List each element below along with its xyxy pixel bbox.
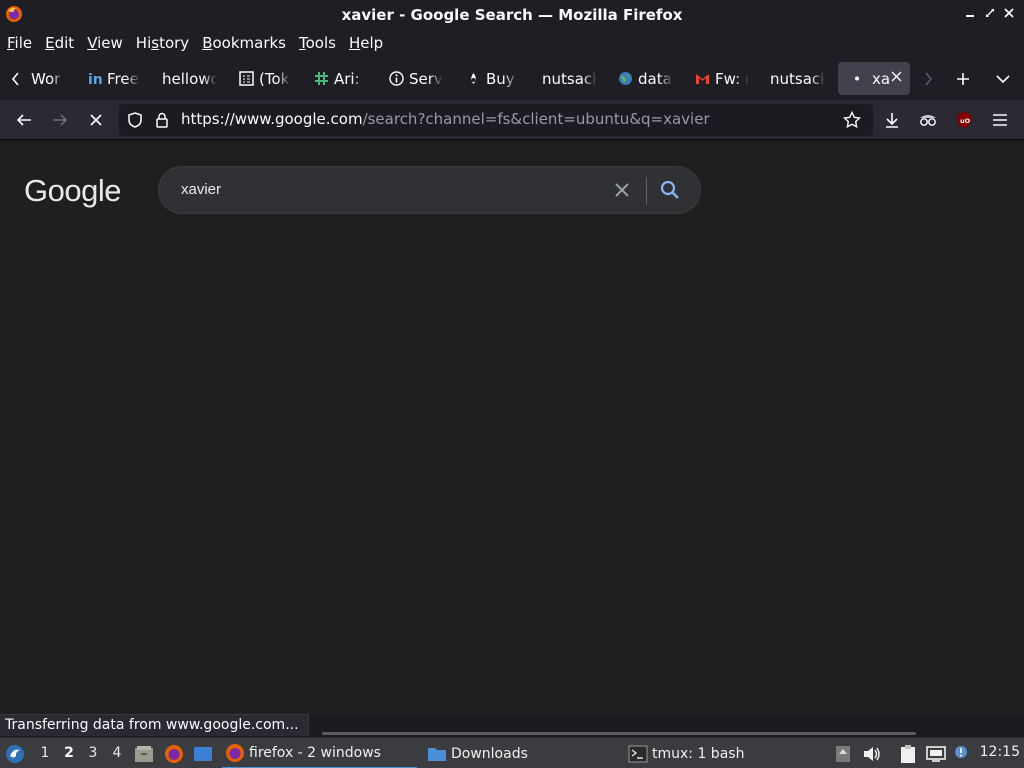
tab[interactable]: Buy	[466, 62, 518, 95]
downloads-icon[interactable]	[880, 108, 904, 132]
ublock-origin-icon[interactable]: uO	[952, 108, 976, 132]
minimize-icon[interactable]	[963, 6, 977, 22]
tab[interactable]: nutsack	[542, 62, 597, 95]
task-firefox[interactable]: firefox - 2 windows	[222, 738, 417, 768]
menu-tools[interactable]: Tools	[299, 34, 336, 52]
tab[interactable]: Wor	[31, 62, 65, 95]
desktop-launcher-icon[interactable]	[193, 738, 215, 768]
tab-close-icon[interactable]	[891, 70, 902, 86]
tab[interactable]: hellowo	[162, 62, 217, 95]
page-content: Google xavier	[0, 141, 1024, 715]
url-host: https://www.google.com	[181, 110, 363, 128]
workspace-4[interactable]: 4	[109, 745, 125, 761]
status-panel: Transferring data from www.google.com...	[0, 714, 309, 736]
linkedin-icon: in	[87, 71, 102, 86]
task-label: tmux: 1 bash	[652, 745, 745, 762]
network-icon[interactable]	[926, 738, 948, 768]
task-downloads[interactable]: Downloads	[424, 738, 614, 768]
url-text[interactable]: https://www.google.com/search?channel=fs…	[181, 110, 710, 128]
search-icon[interactable]	[659, 179, 681, 201]
clipboard-icon[interactable]	[899, 738, 919, 768]
workspace-2[interactable]: 2	[61, 745, 77, 761]
workspace-3[interactable]: 3	[85, 745, 101, 761]
google-logo[interactable]: Google	[24, 173, 121, 209]
file-manager-launcher-icon[interactable]	[134, 738, 154, 768]
url-bar[interactable]: https://www.google.com/search?channel=fs…	[119, 104, 873, 136]
tab[interactable]: nutsack	[770, 62, 825, 95]
stop-loading-icon[interactable]	[84, 108, 108, 132]
forward-icon[interactable]	[48, 108, 72, 132]
task-terminal[interactable]: tmux: 1 bash	[625, 738, 815, 768]
search-divider	[646, 177, 647, 205]
lock-icon[interactable]	[153, 111, 171, 129]
calendar-icon	[239, 71, 254, 86]
tab[interactable]: data	[618, 62, 673, 95]
menu-edit[interactable]: Edit	[45, 34, 74, 52]
folder-icon	[428, 747, 446, 761]
restore-icon[interactable]	[983, 6, 997, 22]
tab-label: xa	[872, 69, 891, 88]
tab[interactable]: in Free	[87, 62, 140, 95]
navigation-toolbar: https://www.google.com/search?channel=fs…	[0, 100, 1024, 140]
menu-history[interactable]: History	[136, 34, 189, 52]
gmail-icon	[695, 71, 710, 86]
url-path: /search?channel=fs&client=ubuntu&q=xavie…	[362, 110, 710, 128]
close-icon[interactable]	[1002, 6, 1016, 22]
firefox-launcher-icon[interactable]	[164, 738, 186, 768]
menu-view[interactable]: View	[87, 34, 123, 52]
tab[interactable]: Ari:	[314, 62, 367, 95]
tab-active[interactable]: xa	[838, 62, 910, 95]
private-extension-icon[interactable]	[916, 108, 940, 132]
clear-icon[interactable]	[611, 179, 633, 201]
menu-file[interactable]: File	[7, 34, 32, 52]
window-titlebar: xavier - Google Search — Mozilla Firefox	[0, 0, 1024, 29]
drop-icon	[466, 71, 481, 86]
menu-bookmarks[interactable]: Bookmarks	[202, 34, 286, 52]
list-all-tabs-icon[interactable]	[992, 68, 1014, 90]
loading-dot-icon	[852, 71, 867, 86]
svg-text:uO: uO	[960, 117, 971, 125]
workspace-1[interactable]: 1	[37, 745, 53, 761]
horizontal-scrollbar[interactable]	[322, 732, 916, 735]
menu-help[interactable]: Help	[349, 34, 383, 52]
volume-icon[interactable]	[862, 738, 882, 768]
globe-icon	[618, 71, 633, 86]
tab[interactable]: Fw: r	[695, 62, 749, 95]
tracking-protection-icon[interactable]	[126, 111, 144, 129]
scroll-tabs-right-icon[interactable]	[917, 68, 939, 90]
svg-text:in: in	[88, 72, 102, 86]
notification-icon[interactable]	[953, 738, 971, 768]
task-label: firefox - 2 windows	[249, 744, 381, 761]
firefox-logo-icon	[6, 6, 22, 22]
search-box[interactable]: xavier	[158, 166, 701, 214]
menu-hamburger-icon[interactable]	[988, 108, 1012, 132]
window-title: xavier - Google Search — Mozilla Firefox	[341, 5, 683, 24]
new-tab-icon[interactable]	[952, 68, 974, 90]
tray-updates-icon[interactable]	[835, 738, 853, 768]
task-label: Downloads	[451, 745, 528, 762]
back-icon[interactable]	[12, 108, 36, 132]
terminal-icon	[628, 745, 648, 762]
tab[interactable]: (Tok	[239, 62, 291, 95]
firefox-icon	[226, 743, 244, 762]
info-icon	[389, 71, 404, 86]
scroll-tabs-left-icon[interactable]	[5, 68, 27, 90]
clock[interactable]: 12:15	[980, 744, 1020, 760]
bookmark-star-icon[interactable]	[842, 110, 862, 129]
start-menu-icon[interactable]	[5, 738, 27, 768]
search-input[interactable]: xavier	[181, 181, 221, 198]
slack-icon	[314, 71, 329, 86]
taskbar: 1 2 3 4 firefox - 2 windows Downloads tm…	[0, 737, 1024, 768]
tab-strip: Wor in Free hellowo (Tok Ari: Serv Buy n…	[0, 56, 1024, 100]
menu-bar: File Edit View History Bookmarks Tools H…	[0, 29, 1024, 56]
tab[interactable]: Serv	[389, 62, 443, 95]
